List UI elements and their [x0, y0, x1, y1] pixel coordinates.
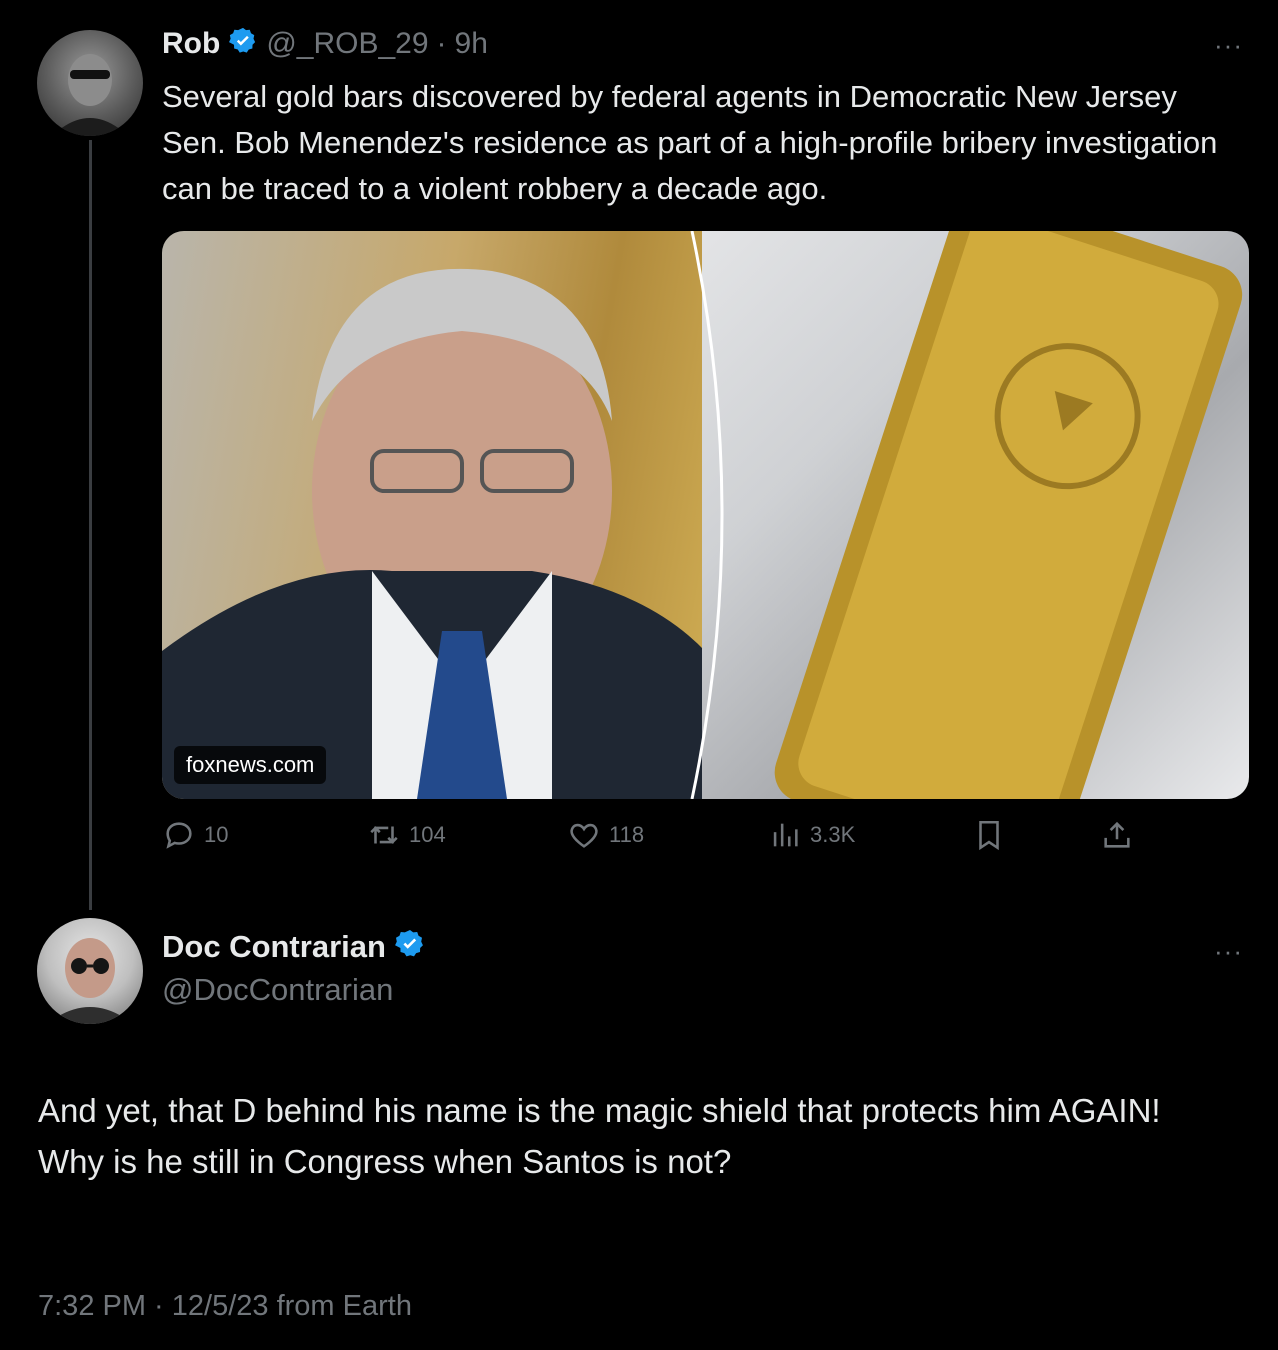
tweet-text: Several gold bars discovered by federal …: [162, 79, 1218, 206]
reply-author-name[interactable]: Doc Contrarian: [162, 929, 386, 965]
views-count: 3.3K: [810, 822, 856, 847]
avatar-doc-contrarian[interactable]: [37, 918, 143, 1024]
retweet-icon: [367, 818, 401, 852]
bookmark-button[interactable]: [972, 818, 1006, 852]
tweet-time[interactable]: 9h: [455, 27, 488, 61]
separator-dot: ·: [436, 26, 447, 60]
more-icon[interactable]: ···: [1214, 30, 1243, 61]
avatar-rob[interactable]: [37, 30, 143, 136]
reply-author-handle[interactable]: @DocContrarian: [162, 972, 393, 1008]
reply-timestamp[interactable]: 7:32 PM · 12/5/23 from Earth: [38, 1290, 412, 1323]
media-photo-senator: [162, 231, 722, 799]
thread-line: [89, 140, 92, 910]
tweet-media[interactable]: foxnews.com: [162, 231, 1249, 799]
reply-text: And yet, that D behind his name is the m…: [38, 1085, 1258, 1187]
retweet-button[interactable]: 104: [367, 818, 446, 852]
verified-badge-icon: [228, 26, 258, 61]
reply-more-icon[interactable]: ···: [1214, 936, 1243, 967]
verified-badge-icon: [394, 928, 426, 965]
views-button[interactable]: 3.3K: [768, 818, 855, 852]
views-icon: [768, 818, 802, 852]
reply-button[interactable]: 10: [162, 818, 228, 852]
reply-count: 10: [204, 822, 229, 847]
retweet-count: 104: [409, 822, 446, 847]
reply-icon: [162, 818, 196, 852]
tweet-actions: 10 104 118 3.3K: [162, 818, 1162, 858]
reply-header: Doc Contrarian: [162, 928, 426, 965]
avatar-doc-image: [47, 938, 133, 1024]
author-name[interactable]: Rob: [162, 27, 220, 61]
avatar-rob-image: [52, 54, 128, 136]
tweet-header: Rob @_ROB_29 · 9h: [162, 26, 488, 61]
like-icon: [567, 818, 601, 852]
share-icon: [1100, 818, 1134, 852]
like-count: 118: [609, 822, 645, 847]
share-button[interactable]: [1100, 818, 1134, 852]
author-handle[interactable]: @_ROB_29: [266, 27, 428, 61]
media-photo-gold-bar: [702, 231, 1249, 799]
bookmark-icon: [972, 818, 1006, 852]
like-button[interactable]: 118: [567, 818, 644, 852]
media-source-badge: foxnews.com: [174, 746, 327, 784]
media-divider: [690, 231, 724, 799]
reply-text-line-1: And yet, that D behind his name is the m…: [38, 1092, 1161, 1129]
reply-text-line-2: Why is he still in Congress when Santos …: [38, 1143, 732, 1180]
